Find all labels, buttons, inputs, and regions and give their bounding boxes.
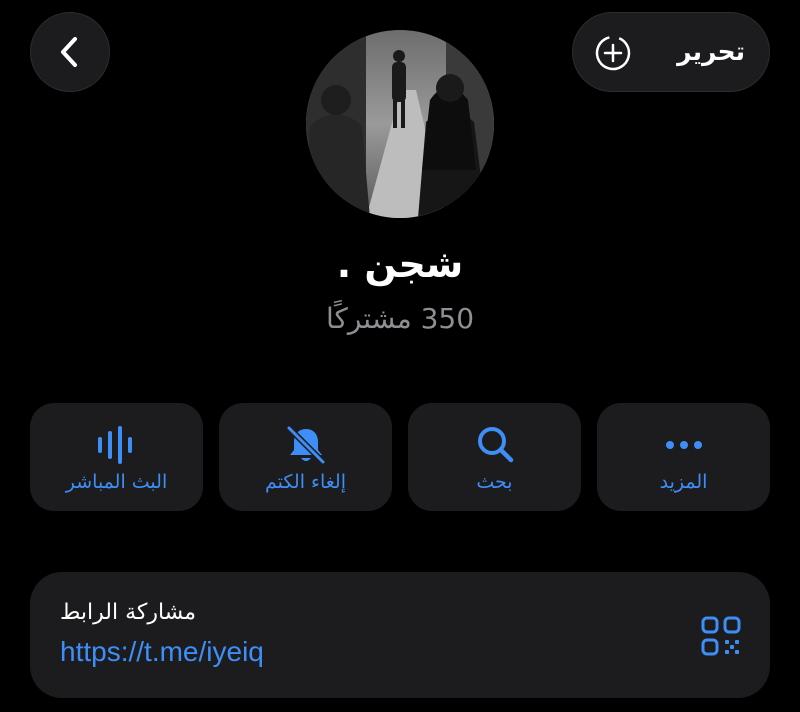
more-button[interactable]: المزيد — [597, 403, 770, 511]
live-stream-button[interactable]: البث المباشر — [30, 403, 203, 511]
avatar[interactable] — [306, 30, 494, 218]
search-icon — [477, 427, 513, 463]
subscriber-count: 350 مشتركًا — [325, 302, 475, 335]
more-dots-icon — [665, 441, 702, 449]
share-link-title: مشاركة الرابط — [60, 600, 197, 625]
back-button[interactable] — [30, 12, 110, 92]
chevron-left-icon — [61, 37, 77, 67]
share-link-card[interactable]: مشاركة الرابط https://t.me/iyeiq — [30, 572, 770, 698]
more-label: المزيد — [659, 471, 708, 493]
unmute-button[interactable]: إلغاء الكتم — [219, 403, 392, 511]
avatar-photo — [306, 30, 494, 218]
search-label: بحث — [476, 471, 513, 493]
edit-button[interactable]: تحرير — [572, 12, 770, 92]
search-button[interactable]: بحث — [408, 403, 581, 511]
share-link-url[interactable]: https://t.me/iyeiq — [60, 636, 264, 668]
bell-slash-icon — [285, 425, 326, 465]
unmute-label: إلغاء الكتم — [265, 471, 346, 493]
edit-label: تحرير — [677, 37, 745, 66]
channel-name: شجن . — [336, 242, 464, 286]
live-stream-icon — [97, 426, 132, 464]
live-stream-label: البث المباشر — [65, 471, 168, 493]
qr-code-icon[interactable] — [700, 615, 742, 657]
circle-plus-icon — [595, 35, 631, 71]
